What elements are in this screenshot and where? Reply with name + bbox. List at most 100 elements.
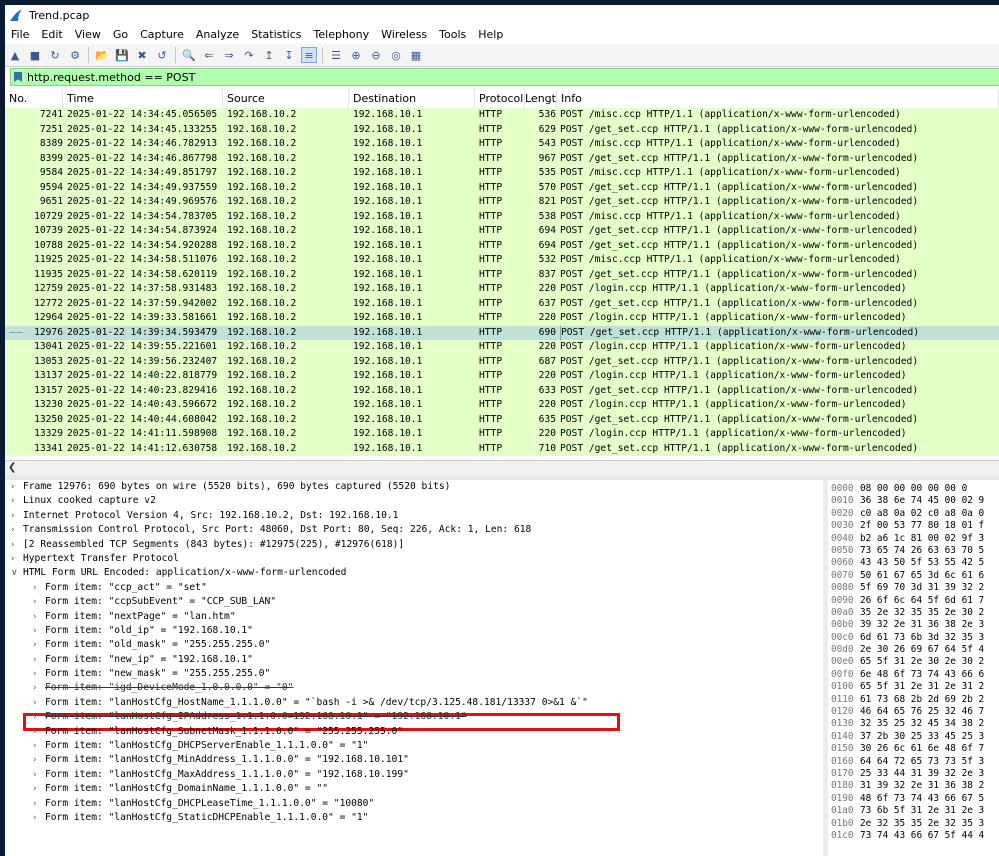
detail-tree-item[interactable]: › Form item: "igd_DeviceMode_1.0.0.0.0" =… bbox=[5, 681, 823, 695]
reload-icon[interactable]: ↺ bbox=[154, 47, 170, 63]
collapsed-arrow-icon[interactable]: › bbox=[33, 725, 43, 739]
detail-tree-item[interactable]: › Form item: "ccp_act" = "set" bbox=[5, 581, 823, 595]
zoom-out-icon[interactable]: ⊖ bbox=[368, 47, 384, 63]
collapsed-arrow-icon[interactable]: › bbox=[33, 710, 43, 724]
packet-row[interactable]: 9584 2025-01-22 14:34:49.851797 192.168.10… bbox=[5, 166, 999, 181]
detail-tree-item[interactable]: › Form item: "ccpSubEvent" = "CCP_SUB_LAN… bbox=[5, 595, 823, 609]
collapsed-arrow-icon[interactable]: › bbox=[33, 696, 43, 710]
detail-tree-item[interactable]: › Form item: "lanHostCfg_IPAddress_1.1.1.… bbox=[5, 710, 823, 724]
back-icon[interactable]: ⇐ bbox=[201, 47, 217, 63]
find-icon[interactable]: 🔍 bbox=[181, 47, 197, 63]
zoom-normal-icon[interactable]: ◎ bbox=[388, 47, 404, 63]
stop-icon[interactable]: ■ bbox=[27, 47, 43, 63]
resize-columns-icon[interactable]: ▦ bbox=[408, 47, 424, 63]
detail-tree-item[interactable]: › Form item: "lanHostCfg_HostName_1.1.1.0… bbox=[5, 696, 823, 710]
detail-tree-item[interactable]: › [2 Reassembled TCP Segments (843 bytes)… bbox=[5, 538, 823, 552]
colorize-icon[interactable]: ☰ bbox=[328, 47, 344, 63]
detail-tree-item[interactable]: › Form item: "lanHostCfg_MinAddress_1.1.1… bbox=[5, 753, 823, 767]
col-info-header[interactable]: Info bbox=[557, 89, 999, 108]
packet-row[interactable]: 13137 2025-01-22 14:40:22.818779 192.168.1… bbox=[5, 369, 999, 384]
collapsed-arrow-icon[interactable]: › bbox=[33, 739, 43, 753]
options-gear-icon[interactable]: ⚙ bbox=[67, 47, 83, 63]
collapsed-arrow-icon[interactable]: › bbox=[33, 811, 43, 825]
packet-row[interactable]: 13230 2025-01-22 14:40:43.596672 192.168.1… bbox=[5, 398, 999, 413]
menu-statistics[interactable]: Statistics bbox=[245, 25, 307, 44]
packet-row[interactable]: 13250 2025-01-22 14:40:44.608042 192.168.1… bbox=[5, 412, 999, 427]
collapsed-arrow-icon[interactable]: › bbox=[11, 552, 21, 566]
display-filter-bar[interactable]: http.request.method == POST bbox=[10, 68, 999, 86]
detail-tree-item[interactable]: › Linux cooked capture v2 bbox=[5, 494, 823, 508]
collapsed-arrow-icon[interactable]: › bbox=[33, 624, 43, 638]
last-icon[interactable]: ↧ bbox=[281, 47, 297, 63]
packet-row[interactable]: 13341 2025-01-22 14:41:12.630758 192.168.1… bbox=[5, 441, 999, 456]
menu-help[interactable]: Help bbox=[472, 25, 509, 44]
bookmark-icon[interactable] bbox=[14, 72, 22, 82]
menu-capture[interactable]: Capture bbox=[134, 25, 190, 44]
packet-row[interactable]: 7251 2025-01-22 14:34:45.133255 192.168.10… bbox=[5, 122, 999, 137]
detail-tree-item[interactable]: › Form item: "lanHostCfg_SubnetMask_1.1.1… bbox=[5, 725, 823, 739]
menu-telephony[interactable]: Telephony bbox=[308, 25, 376, 44]
menu-go[interactable]: Go bbox=[107, 25, 134, 44]
collapsed-arrow-icon[interactable]: › bbox=[33, 782, 43, 796]
col-time-header[interactable]: Time bbox=[63, 89, 223, 108]
menu-view[interactable]: View bbox=[69, 25, 107, 44]
col-source-header[interactable]: Source bbox=[223, 89, 349, 108]
detail-tree-item[interactable]: › Form item: "new_mask" = "255.255.255.0" bbox=[5, 667, 823, 681]
collapsed-arrow-icon[interactable]: › bbox=[11, 509, 21, 523]
packet-row[interactable]: 10788 2025-01-22 14:34:54.920288 192.168.1… bbox=[5, 238, 999, 253]
collapsed-arrow-icon[interactable]: › bbox=[33, 595, 43, 609]
display-filter-input[interactable]: http.request.method == POST bbox=[27, 71, 195, 84]
packet-row[interactable]: 9594 2025-01-22 14:34:49.937559 192.168.10… bbox=[5, 180, 999, 195]
detail-tree-item[interactable]: › Form item: "new_ip" = "192.168.10.1" bbox=[5, 653, 823, 667]
packet-row[interactable]: 13053 2025-01-22 14:39:56.232407 192.168.1… bbox=[5, 354, 999, 369]
menu-wireless[interactable]: Wireless bbox=[375, 25, 433, 44]
packet-row[interactable]: 9651 2025-01-22 14:34:49.969576 192.168.10… bbox=[5, 195, 999, 210]
collapsed-arrow-icon[interactable]: › bbox=[33, 753, 43, 767]
menu-tools[interactable]: Tools bbox=[433, 25, 472, 44]
detail-tree-item[interactable]: › Transmission Control Protocol, Src Port… bbox=[5, 523, 823, 537]
close-file-icon[interactable]: ✖ bbox=[134, 47, 150, 63]
detail-tree-item[interactable]: › Hypertext Transfer Protocol bbox=[5, 552, 823, 566]
detail-tree-item[interactable]: › Form item: "lanHostCfg_DHCPServerEnable… bbox=[5, 739, 823, 753]
packet-row[interactable]: 8389 2025-01-22 14:34:46.782913 192.168.10… bbox=[5, 137, 999, 152]
detail-tree-item[interactable]: ∨ HTML Form URL Encoded: application/x-ww… bbox=[5, 566, 823, 580]
collapsed-arrow-icon[interactable]: › bbox=[33, 638, 43, 652]
collapsed-arrow-icon[interactable]: › bbox=[33, 653, 43, 667]
packet-row[interactable]: 11935 2025-01-22 14:34:58.620119 192.168.1… bbox=[5, 267, 999, 282]
scroll-left-arrow-icon[interactable]: ❮ bbox=[8, 461, 16, 475]
save-file-icon[interactable]: 💾 bbox=[114, 47, 130, 63]
detail-tree-item[interactable]: › Form item: "old_ip" = "192.168.10.1" bbox=[5, 624, 823, 638]
zoom-in-icon[interactable]: ⊕ bbox=[348, 47, 364, 63]
col-destination-header[interactable]: Destination bbox=[349, 89, 475, 108]
expanded-arrow-icon[interactable]: ∨ bbox=[11, 566, 21, 580]
packet-list-horizontal-scrollbar[interactable]: ❮ bbox=[5, 460, 999, 476]
menu-edit[interactable]: Edit bbox=[35, 25, 68, 44]
packet-row[interactable]: 11925 2025-01-22 14:34:58.511076 192.168.1… bbox=[5, 253, 999, 268]
detail-tree-item[interactable]: › Form item: "lanHostCfg_DomainName_1.1.1… bbox=[5, 782, 823, 796]
collapsed-arrow-icon[interactable]: › bbox=[33, 797, 43, 811]
packet-row[interactable]: 12759 2025-01-22 14:37:58.931483 192.168.1… bbox=[5, 282, 999, 297]
menu-analyze[interactable]: Analyze bbox=[190, 25, 245, 44]
collapsed-arrow-icon[interactable]: › bbox=[33, 768, 43, 782]
col-protocol-header[interactable]: Protocol bbox=[475, 89, 525, 108]
detail-tree-item[interactable]: › Form item: "lanHostCfg_MaxAddress_1.1.1… bbox=[5, 768, 823, 782]
autoscroll-icon[interactable]: ≡ bbox=[301, 47, 317, 63]
col-no-header[interactable]: No. bbox=[5, 89, 63, 108]
packet-row[interactable]: 13157 2025-01-22 14:40:23.829416 192.168.1… bbox=[5, 383, 999, 398]
packet-row[interactable]: 13329 2025-01-22 14:41:11.598908 192.168.1… bbox=[5, 427, 999, 442]
collapsed-arrow-icon[interactable]: › bbox=[33, 581, 43, 595]
detail-tree-item[interactable]: › Form item: "nextPage" = "lan.htm" bbox=[5, 610, 823, 624]
collapsed-arrow-icon[interactable]: › bbox=[33, 610, 43, 624]
packet-row[interactable]: 12976 2025-01-22 14:39:34.593479 192.168.1… bbox=[5, 325, 999, 340]
packet-row[interactable]: 10739 2025-01-22 14:34:54.873924 192.168.1… bbox=[5, 224, 999, 239]
menu-file[interactable]: File bbox=[5, 25, 35, 44]
packet-row[interactable]: 12964 2025-01-22 14:39:33.581661 192.168.1… bbox=[5, 311, 999, 326]
collapsed-arrow-icon[interactable]: › bbox=[33, 667, 43, 681]
open-file-icon[interactable]: 📂 bbox=[94, 47, 110, 63]
packet-row[interactable]: 12772 2025-01-22 14:37:59.942002 192.168.1… bbox=[5, 296, 999, 311]
collapsed-arrow-icon[interactable]: › bbox=[11, 538, 21, 552]
first-icon[interactable]: ↥ bbox=[261, 47, 277, 63]
detail-tree-item[interactable]: › Form item: "old_mask" = "255.255.255.0" bbox=[5, 638, 823, 652]
collapsed-arrow-icon[interactable]: › bbox=[11, 480, 21, 494]
detail-tree-item[interactable]: › Form item: "lanHostCfg_StaticDHCPEnable… bbox=[5, 811, 823, 825]
